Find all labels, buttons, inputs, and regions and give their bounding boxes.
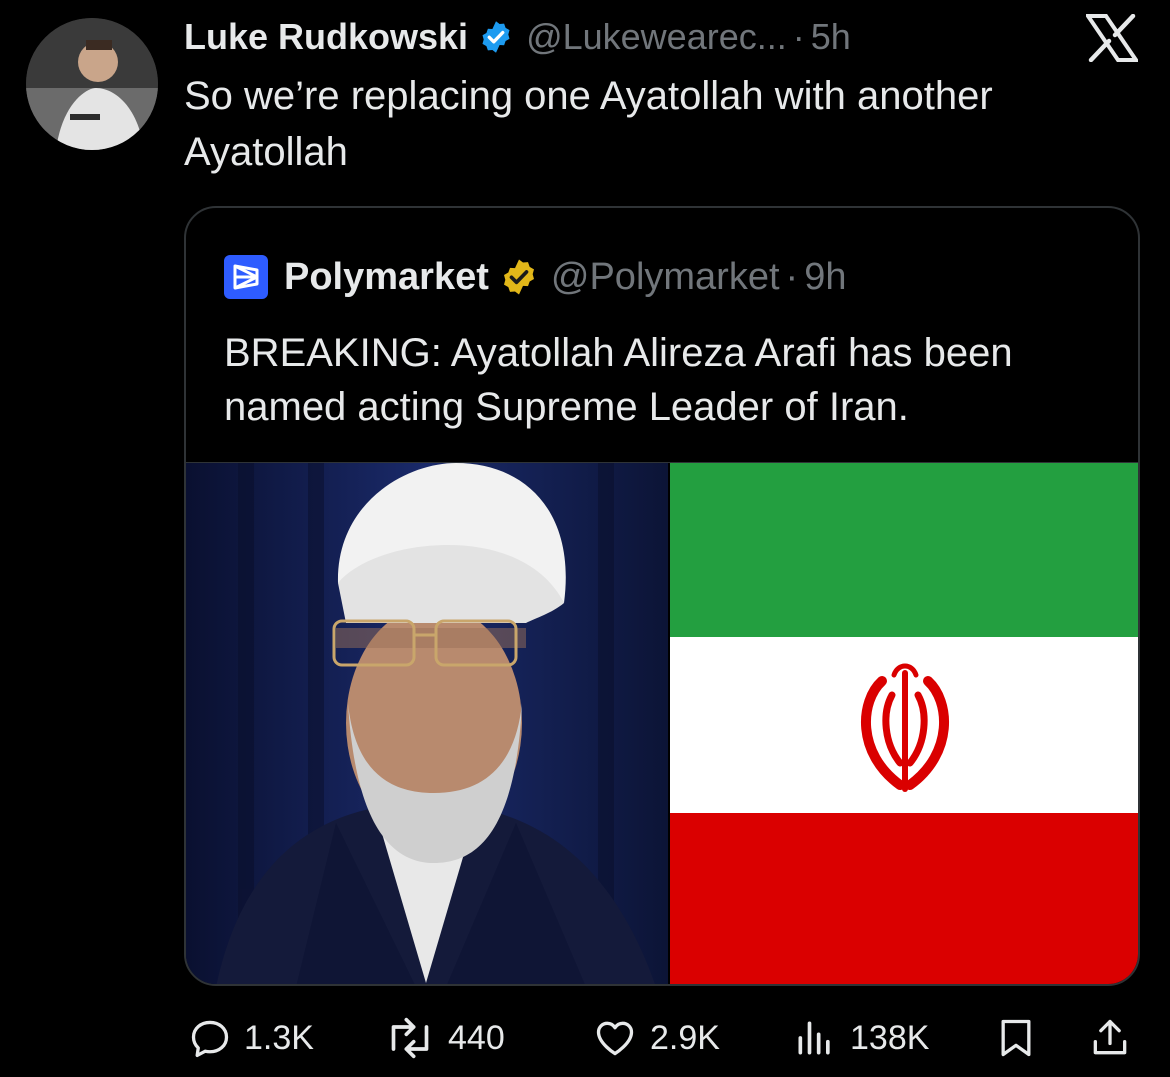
iran-flag[interactable]	[670, 463, 1138, 984]
portrait-photo[interactable]	[186, 463, 668, 984]
share-button[interactable]	[1088, 1010, 1132, 1066]
author-handle[interactable]: @Lukewearec...	[526, 16, 787, 58]
bookmark-icon	[1001, 1019, 1031, 1057]
separator: ·	[792, 16, 805, 57]
repost-button[interactable]: 440	[384, 1010, 505, 1066]
quoted-timestamp[interactable]: 9h	[804, 256, 846, 299]
share-icon	[1093, 1019, 1127, 1055]
repost-icon	[391, 1017, 429, 1059]
avatar[interactable]	[26, 18, 158, 150]
timestamp[interactable]: 5h	[811, 16, 851, 58]
reply-button[interactable]: 1.3K	[188, 1010, 314, 1066]
bookmark-button[interactable]	[994, 1010, 1038, 1066]
like-count: 2.9K	[650, 1018, 720, 1057]
polymarket-logo-icon	[224, 255, 268, 299]
verified-icon	[478, 19, 514, 55]
media-grid	[186, 462, 1138, 984]
author-header: Luke Rudkowski @Lukewearec... · 5h	[184, 12, 851, 62]
repost-count: 440	[448, 1018, 505, 1057]
like-icon	[596, 1021, 634, 1056]
separator: ·	[785, 255, 799, 298]
quoted-text: BREAKING: Ayatollah Alireza Arafi has be…	[224, 331, 1013, 429]
like-button[interactable]: 2.9K	[592, 1010, 720, 1066]
views-count: 138K	[850, 1018, 930, 1057]
author-name[interactable]: Luke Rudkowski	[184, 16, 468, 58]
tweet-text: So we’re replacing one Ayatollah with an…	[184, 74, 993, 174]
views-icon	[798, 1021, 830, 1055]
gold-verified-icon	[499, 257, 539, 297]
action-bar: 1.3K 440 2.9K 138K	[188, 1010, 1138, 1066]
tweet: Luke Rudkowski @Lukewearec... · 5h So we…	[0, 0, 1170, 1077]
quoted-tweet[interactable]: Polymarket @Polymarket · 9h BREAKING: Ay…	[184, 206, 1140, 986]
quoted-author-handle[interactable]: @Polymarket	[551, 256, 780, 299]
views-button[interactable]: 138K	[792, 1010, 929, 1066]
reply-icon	[191, 1020, 229, 1058]
x-logo-icon	[1084, 13, 1140, 63]
reply-count: 1.3K	[244, 1018, 314, 1057]
quoted-header: Polymarket @Polymarket · 9h	[224, 252, 846, 302]
quoted-author-name[interactable]: Polymarket	[284, 256, 489, 299]
